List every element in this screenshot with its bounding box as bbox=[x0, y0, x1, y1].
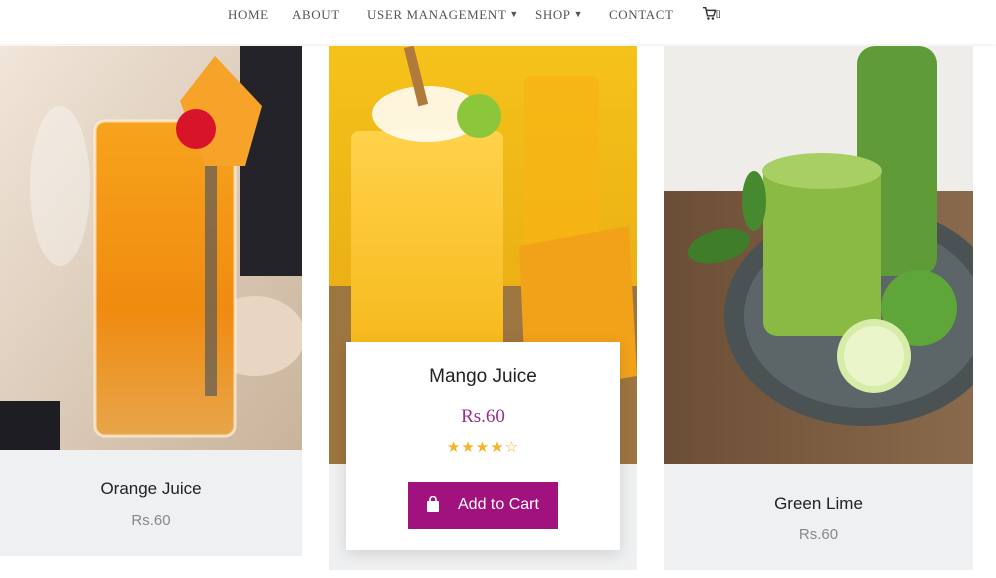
orange-juice-image bbox=[0, 46, 302, 450]
caret-down-icon: ▼ bbox=[573, 9, 584, 19]
add-to-cart-button[interactable]: Add to Cart bbox=[408, 482, 558, 529]
product-card-green-lime[interactable]: Green Lime Rs.60 bbox=[664, 46, 973, 570]
cart-icon[interactable]: [] bbox=[703, 6, 721, 22]
product-name: Orange Juice bbox=[100, 479, 202, 498]
cart-count: [] bbox=[716, 10, 721, 19]
star-empty-icon: ☆ bbox=[504, 439, 520, 456]
product-name: Mango Juice bbox=[429, 366, 537, 387]
product-price: Rs.60 bbox=[131, 512, 171, 529]
nav-contact[interactable]: CONTACT bbox=[609, 7, 674, 23]
star-filled-icon: ★ bbox=[490, 439, 505, 456]
nav-shop[interactable]: SHOP ▼ bbox=[535, 7, 583, 23]
product-name: Green Lime bbox=[774, 494, 863, 513]
caret-down-icon: ▼ bbox=[509, 9, 519, 19]
top-navbar: HOME ABOUT USER MANAGEMENT ▼ SHOP ▼ CONTAC… bbox=[0, 0, 996, 44]
nav-shop-label: SHOP bbox=[535, 7, 571, 22]
product-price: Rs.60 bbox=[461, 406, 505, 427]
rating-stars: ★★★★☆ bbox=[346, 438, 620, 456]
product-price: Rs.60 bbox=[798, 526, 839, 543]
nav-home[interactable]: HOME bbox=[228, 7, 269, 23]
green-lime-image bbox=[664, 46, 973, 464]
nav-about[interactable]: ABOUT bbox=[292, 7, 340, 23]
product-card-orange-juice[interactable]: Orange Juice Rs.60 bbox=[0, 46, 302, 556]
nav-user-management-label: USER MANAGEMENT bbox=[367, 7, 507, 22]
nav-user-management[interactable]: USER MANAGEMENT ▼ bbox=[367, 7, 519, 23]
add-to-cart-label: Add to Cart bbox=[458, 496, 539, 513]
star-filled-icon: ★ bbox=[446, 439, 462, 456]
product-hover-panel: Mango Juice Rs.60 ★★★★☆ Add to Cart bbox=[346, 342, 620, 550]
star-filled-icon: ★ bbox=[461, 439, 476, 456]
star-filled-icon: ★ bbox=[475, 439, 491, 456]
shopping-bag-icon bbox=[427, 496, 439, 512]
